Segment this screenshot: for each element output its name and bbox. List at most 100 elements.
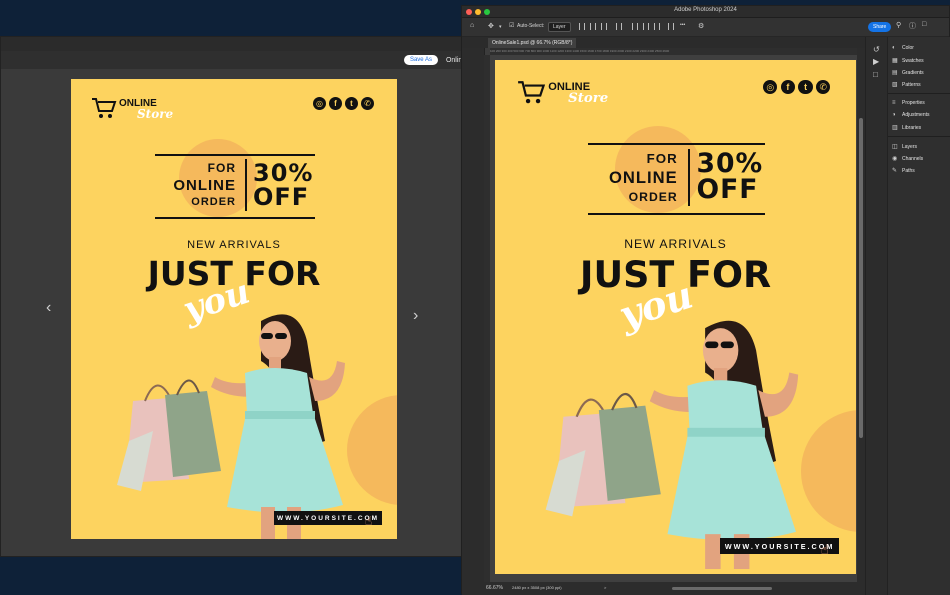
home-icon[interactable]: ⌂ bbox=[470, 22, 474, 29]
channels-icon: ◉ bbox=[892, 156, 898, 162]
document-tab[interactable]: OnlineSale1.psd @ 66.7% (RGB/8*) bbox=[488, 38, 577, 48]
panel-label: Libraries bbox=[902, 124, 922, 131]
panel-color[interactable]: ◐ Color bbox=[892, 45, 914, 51]
decor-circle bbox=[800, 409, 856, 532]
options-bar: ⌂ ✥ ▾ ☑ Auto-Select: Layer ••• ⚙ Share ⚲… bbox=[462, 18, 949, 37]
photoshop-window: Adobe Photoshop 2024 ⌂ ✥ ▾ ☑ Auto-Select… bbox=[461, 5, 950, 595]
status-arrow[interactable]: > bbox=[604, 585, 606, 590]
twitter-icon: t bbox=[345, 97, 358, 110]
save-as-button[interactable]: Save As bbox=[403, 55, 438, 65]
social-icons: ◎ f t ✆ bbox=[313, 97, 374, 110]
canvas-area[interactable]: ONLINE Store ◎ f t ✆ FOR ONLINE ORDER 30% OFF NEW A… bbox=[490, 55, 857, 582]
offer-bottom-line bbox=[155, 217, 315, 219]
gradient-icon: ▤ bbox=[892, 70, 898, 76]
share-button[interactable]: Share bbox=[868, 22, 892, 32]
adjustments-icon: ◑ bbox=[892, 112, 896, 118]
ruler-top: 100 200 300 400 500 600 700 800 900 1000… bbox=[490, 48, 857, 55]
play-icon[interactable]: ▶ bbox=[873, 57, 879, 66]
gear-icon[interactable]: ⚙ bbox=[698, 22, 704, 30]
new-arrivals-text: NEW ARRIVALS bbox=[187, 239, 281, 251]
align-center-icon[interactable] bbox=[590, 23, 596, 30]
offer-top-line bbox=[155, 154, 315, 156]
color-wheel-icon: ◐ bbox=[892, 45, 896, 51]
panel-label: Patterns bbox=[902, 81, 921, 88]
history-icon[interactable]: ↺ bbox=[873, 45, 880, 54]
more-options-icon[interactable]: ••• bbox=[680, 22, 685, 28]
offer-divider bbox=[245, 159, 247, 211]
panel-gradients[interactable]: ▤ Gradients bbox=[892, 69, 924, 77]
align-right-icon[interactable] bbox=[601, 23, 607, 30]
vertical-scrollbar[interactable] bbox=[857, 48, 865, 582]
comment-icon[interactable]: □ bbox=[873, 70, 878, 79]
panel-label: Properties bbox=[902, 100, 925, 106]
instagram-icon: ◎ bbox=[313, 97, 326, 110]
move-tool-icon[interactable]: ✥ bbox=[488, 22, 494, 30]
panel-label: Swatches bbox=[902, 57, 924, 64]
align-left-icon[interactable] bbox=[579, 23, 585, 30]
zoom-level[interactable]: 66.67% bbox=[486, 585, 503, 591]
order-text: ORDER bbox=[191, 196, 236, 208]
auto-select-dropdown[interactable]: Layer bbox=[548, 22, 571, 32]
panel-layers[interactable]: ◫ Layers bbox=[892, 143, 917, 151]
preview-titlebar bbox=[1, 37, 496, 52]
panel-patterns[interactable]: ▧ Patterns bbox=[892, 81, 921, 89]
panel-separator bbox=[888, 93, 950, 94]
align-top-icon[interactable] bbox=[616, 23, 622, 30]
checkbox-icon[interactable]: ☑ bbox=[509, 22, 514, 29]
panel-channels[interactable]: ◉ Channels bbox=[892, 155, 923, 163]
whatsapp-icon: ✆ bbox=[361, 97, 374, 110]
cart-logo-icon bbox=[517, 80, 546, 104]
document-size: 2480 px x 3508 px (300 ppi) bbox=[512, 585, 562, 590]
whatsapp-icon: ✆ bbox=[816, 79, 831, 95]
poster-canvas[interactable]: ONLINE Store ◎ f t ✆ FOR ONLINE ORDER 30% OFF NEW A… bbox=[495, 60, 856, 574]
panel-properties[interactable]: ≡ Properties bbox=[892, 100, 925, 106]
chevron-down-icon[interactable]: ▾ bbox=[499, 24, 502, 30]
status-bar: 66.67% 2480 px x 3508 px (300 ppi) > bbox=[484, 582, 865, 595]
facebook-icon: f bbox=[780, 79, 796, 95]
off-text: OFF bbox=[696, 174, 759, 206]
social-icons: ◎ f t ✆ bbox=[763, 79, 831, 95]
swatches-grid-icon: ▦ bbox=[892, 58, 898, 64]
horizontal-scrollbar[interactable] bbox=[672, 587, 772, 590]
panel-label: Adjustments bbox=[902, 112, 930, 118]
panel-icon-strip: ↺ ▶ □ bbox=[865, 37, 888, 595]
properties-icon: ≡ bbox=[892, 100, 896, 106]
woman-illustration bbox=[539, 306, 805, 570]
chevron-left-icon[interactable]: ‹ bbox=[46, 299, 51, 317]
pattern-icon: ▧ bbox=[892, 82, 898, 88]
woman-illustration bbox=[111, 301, 351, 539]
offer-divider bbox=[687, 148, 690, 207]
order-text: ORDER bbox=[628, 189, 678, 204]
facebook-icon: f bbox=[329, 97, 342, 110]
panel-label: Color bbox=[902, 45, 914, 51]
panel-separator bbox=[888, 136, 950, 137]
discount-percent: 30% bbox=[253, 159, 314, 187]
paths-icon: ✎ bbox=[892, 168, 898, 174]
offer-bottom-line bbox=[588, 212, 766, 215]
discount-percent: 30% bbox=[696, 147, 764, 179]
distribute-icon[interactable] bbox=[654, 23, 660, 30]
chevron-right-icon[interactable]: › bbox=[413, 307, 418, 325]
online-text: ONLINE bbox=[608, 167, 678, 187]
libraries-icon: ▥ bbox=[892, 125, 898, 131]
help-icon[interactable]: ⓘ bbox=[909, 21, 916, 31]
logo-store-text: Store bbox=[137, 107, 174, 121]
align-bottom-icon[interactable] bbox=[643, 23, 649, 30]
panel-swatches[interactable]: ▦ Swatches bbox=[892, 57, 924, 65]
tools-panel bbox=[462, 37, 485, 595]
for-text: FOR bbox=[207, 161, 236, 175]
instagram-icon: ◎ bbox=[763, 79, 778, 95]
align-middle-icon[interactable] bbox=[632, 23, 638, 30]
scrollbar-thumb[interactable] bbox=[859, 118, 863, 438]
panel-libraries[interactable]: ▥ Libraries bbox=[892, 124, 922, 132]
app-title: Adobe Photoshop 2024 bbox=[674, 7, 737, 13]
panel-label: Paths bbox=[902, 167, 915, 174]
panel-adjustments[interactable]: ◑ Adjustments bbox=[892, 112, 930, 118]
pointer-hand-icon: ☝ bbox=[365, 514, 373, 528]
online-text: ONLINE bbox=[173, 177, 236, 194]
panel-paths[interactable]: ✎ Paths bbox=[892, 167, 915, 175]
distribute-vertical-icon[interactable] bbox=[668, 23, 674, 30]
search-icon[interactable]: ⚲ bbox=[896, 21, 901, 29]
logo-store-text: Store bbox=[568, 91, 609, 106]
workspace-icon[interactable]: □ bbox=[922, 21, 926, 28]
